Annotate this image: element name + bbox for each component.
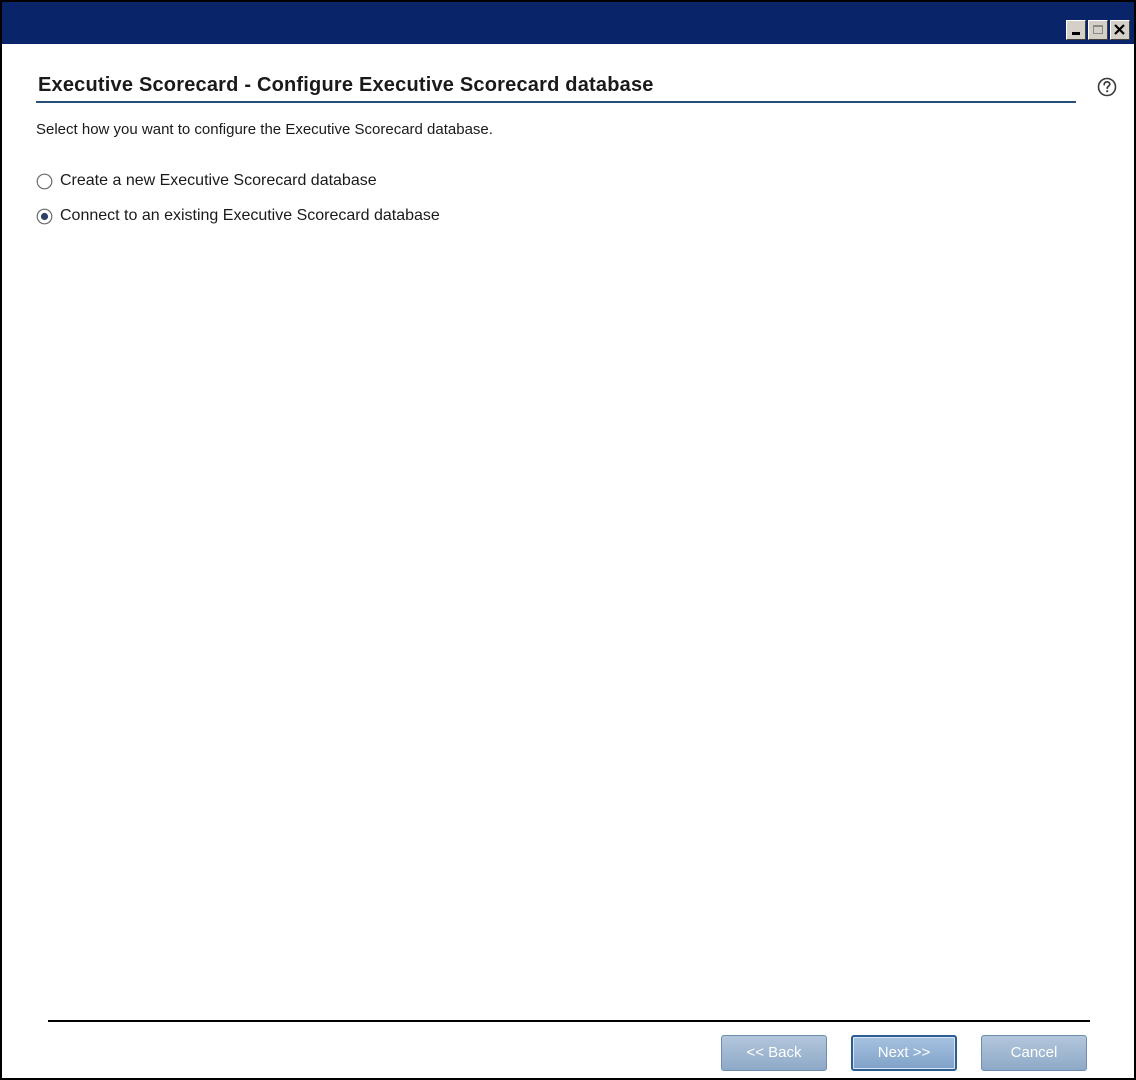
option-label: Create a new Executive Scorecard databas… — [60, 172, 377, 189]
close-button[interactable] — [1110, 20, 1130, 40]
title-divider — [36, 101, 1076, 103]
maximize-button[interactable] — [1088, 20, 1108, 40]
minimize-button[interactable] — [1066, 20, 1086, 40]
page-title: Executive Scorecard - Configure Executiv… — [38, 74, 654, 96]
cancel-button[interactable]: Cancel — [981, 1035, 1087, 1071]
wizard-window: Executive Scorecard - Configure Executiv… — [0, 0, 1136, 1080]
minimize-icon — [1072, 32, 1080, 35]
maximize-icon — [1093, 25, 1103, 34]
footer-divider — [48, 1020, 1090, 1022]
radio-connect-existing[interactable] — [36, 208, 53, 225]
title-bar[interactable] — [2, 2, 1134, 44]
help-icon[interactable] — [1096, 76, 1118, 98]
option-create-new[interactable]: Create a new Executive Scorecard databas… — [36, 172, 377, 190]
close-icon — [1114, 24, 1125, 35]
option-connect-existing[interactable]: Connect to an existing Executive Scoreca… — [36, 207, 440, 225]
radio-create-new[interactable] — [36, 173, 53, 190]
next-button[interactable]: Next >> — [851, 1035, 957, 1071]
back-button[interactable]: << Back — [721, 1035, 827, 1071]
instruction-text: Select how you want to configure the Exe… — [36, 121, 493, 138]
option-label: Connect to an existing Executive Scoreca… — [60, 207, 440, 224]
window-controls — [1066, 20, 1130, 40]
